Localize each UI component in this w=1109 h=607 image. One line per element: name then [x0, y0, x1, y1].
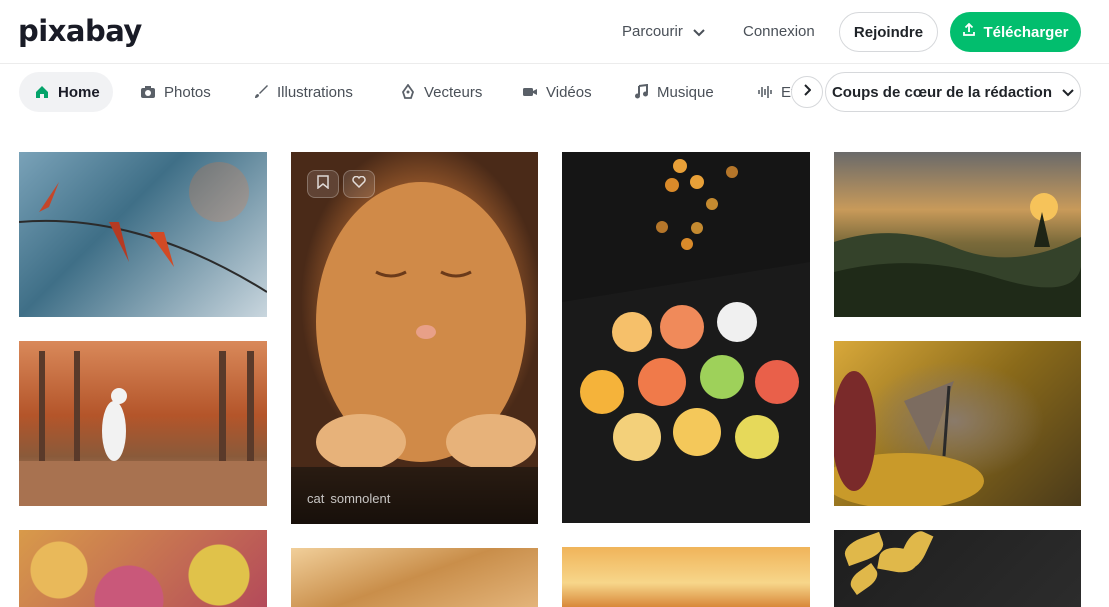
category-vectors[interactable]: Vecteurs [400, 72, 482, 112]
image-tile-sleepy-cat[interactable]: cat somnolent [291, 152, 538, 524]
upload-icon [962, 22, 976, 41]
category-label: Illustrations [277, 83, 353, 101]
join-label: Rejoindre [853, 23, 924, 41]
leaf-shape [896, 530, 934, 573]
like-button[interactable] [343, 170, 375, 198]
category-label: Musique [657, 83, 714, 101]
pagoda-landscape-image [834, 193, 1081, 317]
home-icon [34, 84, 50, 100]
dalmatian-image [19, 351, 267, 506]
image-tile-butterfly[interactable] [834, 341, 1081, 506]
chevron-down-icon [1062, 84, 1074, 101]
brush-icon [253, 84, 269, 100]
upload-label: Télécharger [983, 23, 1069, 41]
sushi-image [562, 159, 810, 523]
bookmark-icon [317, 174, 329, 194]
video-camera-icon [522, 84, 538, 100]
category-music[interactable]: Musique [633, 72, 714, 112]
category-home[interactable]: Home [19, 72, 113, 112]
join-button[interactable]: Rejoindre [839, 12, 938, 52]
music-note-icon [633, 83, 649, 100]
category-photos[interactable]: Photos [140, 72, 211, 112]
top-header: pixabay Parcourir Connexion Rejoindre Té… [0, 0, 1109, 64]
upload-button[interactable]: Télécharger [950, 12, 1081, 52]
chevron-down-icon [693, 24, 705, 41]
image-tile-sunset-sky[interactable] [562, 547, 810, 607]
image-tile-dalmatian[interactable] [19, 341, 267, 506]
heart-icon [352, 175, 366, 193]
browse-menu[interactable]: Parcourir [622, 23, 705, 41]
butterfly-image [834, 371, 984, 506]
image-tile-golden-leaves[interactable] [834, 530, 1081, 607]
sort-selected-label: Coups de cœur de la rédaction [831, 83, 1053, 101]
tile-tags: cat somnolent [307, 491, 390, 506]
browse-label: Parcourir [622, 23, 683, 40]
chevron-right-icon [803, 83, 812, 101]
image-tile-autumn-branch[interactable] [19, 152, 267, 317]
autumn-branch-image [19, 162, 267, 293]
tag-link[interactable]: somnolent [330, 491, 390, 506]
image-tile-plums[interactable] [19, 530, 267, 607]
camera-icon [140, 84, 156, 100]
bookmark-button[interactable] [307, 170, 339, 198]
pixabay-logo[interactable]: pixabay [18, 14, 142, 48]
sound-wave-icon [757, 84, 773, 100]
scroll-categories-button[interactable] [791, 76, 823, 108]
image-tile-pagoda-landscape[interactable] [834, 152, 1081, 317]
sort-dropdown[interactable]: Coups de cœur de la rédaction [825, 72, 1081, 112]
category-label: Home [58, 83, 100, 101]
category-videos[interactable]: Vidéos [522, 72, 592, 112]
login-link[interactable]: Connexion [743, 23, 815, 40]
category-label: Vidéos [546, 83, 592, 101]
pen-nib-icon [400, 83, 416, 100]
category-sound-effects[interactable]: Ef [757, 72, 793, 112]
image-tile-sushi[interactable] [562, 152, 810, 523]
tag-link[interactable]: cat [307, 491, 324, 506]
category-illustrations[interactable]: Illustrations [253, 72, 353, 112]
tile-actions [307, 170, 375, 198]
category-label: Vecteurs [424, 83, 483, 101]
image-tile-wood-texture[interactable] [291, 548, 538, 607]
category-bar: Home Photos Illustrations Vecteurs Vidéo… [0, 64, 1109, 122]
category-label: Photos [164, 83, 211, 101]
